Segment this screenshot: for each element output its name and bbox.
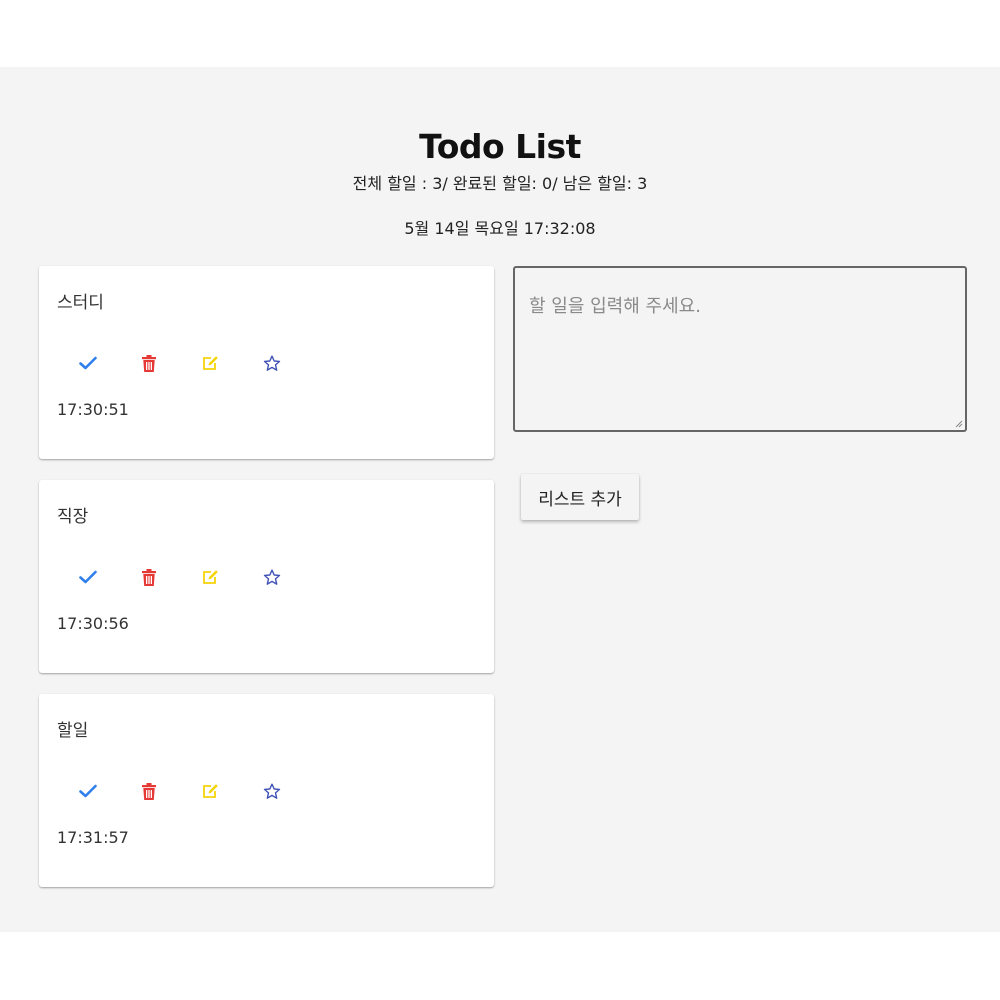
edit-button[interactable] <box>199 352 221 374</box>
star-outline-icon <box>263 569 281 585</box>
todo-time: 17:30:56 <box>57 614 129 633</box>
star-outline-icon <box>263 355 281 371</box>
todo-text: 스터디 <box>57 293 104 313</box>
todo-input[interactable] <box>515 268 965 430</box>
star-outline-icon <box>263 783 281 799</box>
todo-card: 할일 17:31:57 <box>39 694 494 887</box>
resize-grip-icon[interactable] <box>953 418 963 428</box>
todo-card: 스터디 17:30:51 <box>39 266 494 459</box>
favorite-button[interactable] <box>261 352 283 374</box>
check-icon <box>79 570 97 584</box>
todo-input-wrapper <box>513 266 967 432</box>
trash-icon <box>142 354 156 372</box>
current-datetime: 5월 14일 목요일 17:32:08 <box>404 219 596 238</box>
todo-app: Todo List 전체 할일 : 3/ 완료된 할일: 0/ 남은 할일: 3… <box>0 67 1000 932</box>
complete-button[interactable] <box>77 780 99 802</box>
todo-text: 할일 <box>57 721 89 741</box>
delete-button[interactable] <box>138 566 160 588</box>
edit-icon <box>202 570 218 584</box>
todo-stats: 전체 할일 : 3/ 완료된 할일: 0/ 남은 할일: 3 <box>352 174 648 193</box>
add-list-button[interactable]: 리스트 추가 <box>521 474 639 520</box>
trash-icon <box>142 782 156 800</box>
todo-card: 직장 17:30:56 <box>39 480 494 673</box>
edit-button[interactable] <box>199 566 221 588</box>
favorite-button[interactable] <box>261 566 283 588</box>
complete-button[interactable] <box>77 566 99 588</box>
edit-icon <box>202 784 218 798</box>
todo-time: 17:31:57 <box>57 828 129 847</box>
delete-button[interactable] <box>138 352 160 374</box>
edit-button[interactable] <box>199 780 221 802</box>
edit-icon <box>202 356 218 370</box>
todo-time: 17:30:51 <box>57 400 129 419</box>
complete-button[interactable] <box>77 352 99 374</box>
trash-icon <box>142 568 156 586</box>
check-icon <box>79 356 97 370</box>
page-title: Todo List <box>419 127 581 166</box>
favorite-button[interactable] <box>261 780 283 802</box>
check-icon <box>79 784 97 798</box>
delete-button[interactable] <box>138 780 160 802</box>
todo-text: 직장 <box>57 507 89 527</box>
